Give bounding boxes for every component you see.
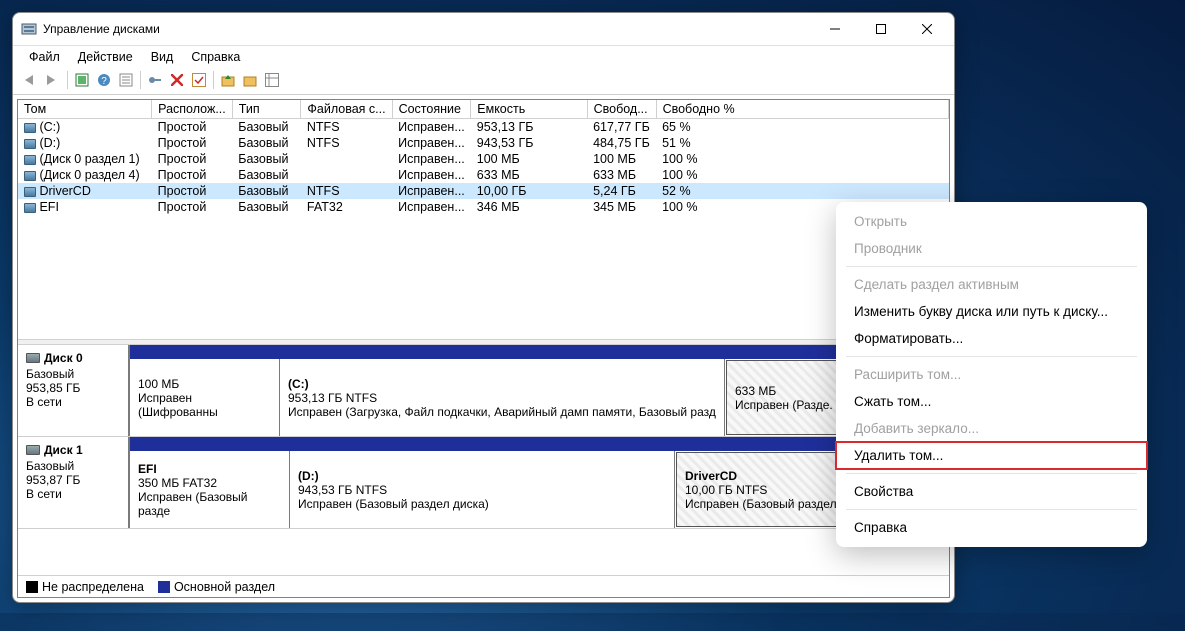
volume-icon [24,171,36,181]
disk-row: Диск 0Базовый953,85 ГБВ сети100 МБИсправ… [18,345,949,437]
menu-action[interactable]: Действие [70,48,141,66]
column-header[interactable]: Емкость [471,100,587,119]
context-menu-item[interactable]: Справка [836,514,1147,541]
legend: Не распределена Основной раздел [18,575,949,597]
table-row[interactable]: EFIПростойБазовыйFAT32Исправен...346 МБ3… [18,199,949,215]
disk-info[interactable]: Диск 1Базовый953,87 ГБВ сети [18,437,130,528]
titlebar[interactable]: Управление дисками [13,13,954,45]
menu-separator [846,266,1137,267]
volume-icon [24,155,36,165]
context-menu-item: Расширить том... [836,361,1147,388]
folder-up-button[interactable] [218,70,238,90]
check-button[interactable] [189,70,209,90]
app-icon [21,21,37,37]
svg-text:?: ? [101,76,107,87]
context-menu-item[interactable]: Сжать том... [836,388,1147,415]
context-menu-item[interactable]: Форматировать... [836,325,1147,352]
column-header[interactable]: Файловая с... [301,100,392,119]
table-row[interactable]: (Диск 0 раздел 4)ПростойБазовыйИсправен.… [18,167,949,183]
context-menu[interactable]: ОткрытьПроводник Сделать раздел активнымИ… [836,202,1147,547]
table-row[interactable]: (Диск 0 раздел 1)ПростойБазовыйИсправен.… [18,151,949,167]
list-button[interactable] [262,70,282,90]
properties-button[interactable] [116,70,136,90]
forward-button[interactable] [43,70,63,90]
taskbar[interactable] [0,613,1185,631]
menu-file[interactable]: Файл [21,48,68,66]
table-row[interactable]: DriverCDПростойБазовыйNTFSИсправен...10,… [18,183,949,199]
menu-help[interactable]: Справка [183,48,248,66]
volumes-table[interactable]: ТомРасполож...ТипФайловая с...СостояниеЕ… [18,100,949,339]
partition[interactable]: EFI350 МБ FAT32Исправен (Базовый разде [130,451,290,528]
column-header[interactable]: Свобод... [587,100,656,119]
legend-unallocated: Не распределена [42,580,144,594]
legend-primary: Основной раздел [174,580,275,594]
disk-row: Диск 1Базовый953,87 ГБВ сетиEFI350 МБ FA… [18,437,949,529]
context-menu-item[interactable]: Свойства [836,478,1147,505]
menubar: Файл Действие Вид Справка [13,45,954,68]
column-header[interactable]: Свободно % [656,100,948,119]
menu-separator [846,509,1137,510]
column-header[interactable]: Тип [232,100,301,119]
delete-button[interactable] [167,70,187,90]
toolbar: ? [13,68,954,95]
maximize-button[interactable] [858,13,904,45]
context-menu-item: Добавить зеркало... [836,415,1147,442]
volume-icon [24,139,36,149]
action-button[interactable] [145,70,165,90]
close-button[interactable] [904,13,950,45]
back-button[interactable] [21,70,41,90]
window-title: Управление дисками [43,22,812,36]
help-button[interactable]: ? [94,70,114,90]
context-menu-item[interactable]: Удалить том... [836,442,1147,469]
partition[interactable]: 100 МБИсправен (Шифрованны [130,359,280,436]
volume-icon [24,187,36,197]
content-area: ТомРасполож...ТипФайловая с...СостояниеЕ… [17,99,950,598]
partition[interactable]: (D:)943,53 ГБ NTFSИсправен (Базовый разд… [290,451,675,528]
disk-icon [26,445,40,455]
menu-separator [846,356,1137,357]
context-menu-item: Проводник [836,235,1147,262]
context-menu-item[interactable]: Изменить букву диска или путь к диску... [836,298,1147,325]
refresh-button[interactable] [72,70,92,90]
column-header[interactable]: Располож... [152,100,233,119]
menu-separator [846,473,1137,474]
minimize-button[interactable] [812,13,858,45]
volume-icon [24,203,36,213]
disk-info[interactable]: Диск 0Базовый953,85 ГБВ сети [18,345,130,436]
column-header[interactable]: Том [18,100,152,119]
volume-icon [24,123,36,133]
disk-management-window: Управление дисками Файл Действие Вид Спр… [12,12,955,603]
disk-icon [26,353,40,363]
menu-view[interactable]: Вид [143,48,182,66]
table-row[interactable]: (C:)ПростойБазовыйNTFSИсправен...953,13 … [18,119,949,136]
context-menu-item: Сделать раздел активным [836,271,1147,298]
table-row[interactable]: (D:)ПростойБазовыйNTFSИсправен...943,53 … [18,135,949,151]
disk-graphical-view[interactable]: Диск 0Базовый953,85 ГБВ сети100 МБИсправ… [18,345,949,575]
column-header[interactable]: Состояние [392,100,471,119]
context-menu-item: Открыть [836,208,1147,235]
partition[interactable]: (C:)953,13 ГБ NTFSИсправен (Загрузка, Фа… [280,359,725,436]
folder-button[interactable] [240,70,260,90]
